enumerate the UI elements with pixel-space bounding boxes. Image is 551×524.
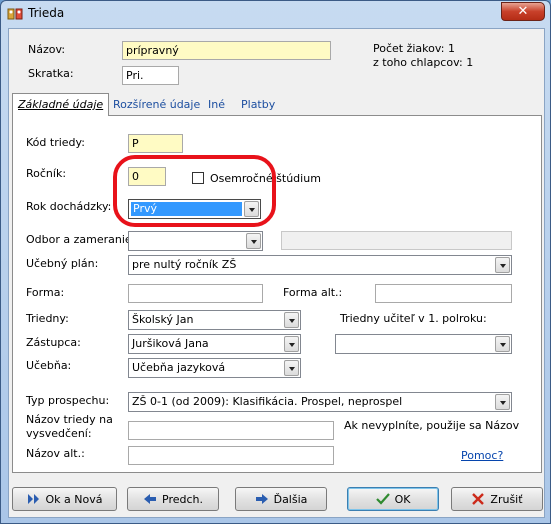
zrusit-button[interactable]: Zrušiť <box>451 487 543 511</box>
typ-prospechu-value: ZŠ 0-1 (od 2009): Klasifikácia. Prospel,… <box>132 395 403 408</box>
dialog-client-area: Názov: prípravný Skratka: Pri. Počet žia… <box>8 28 545 518</box>
ok-a-nova-label: Ok a Nová <box>45 492 103 506</box>
app-icon <box>7 8 23 20</box>
nazov-alt-input[interactable] <box>128 446 334 465</box>
skratka-label: Skratka: <box>28 67 74 80</box>
checkmark-icon <box>375 493 390 505</box>
predch-button[interactable]: Predch. <box>127 487 219 511</box>
nazov-vysvedcenie-input[interactable] <box>128 421 334 440</box>
dialog-window: Trieda ✕ Názov: prípravný Skratka: Pri. … <box>0 0 551 524</box>
typ-prospechu-label: Typ prospechu: <box>26 394 110 407</box>
arrow-right-double-icon <box>27 494 39 504</box>
chevron-down-icon[interactable] <box>284 336 299 352</box>
pocet-chlapcov-text: z toho chlapcov: 1 <box>373 56 474 69</box>
triedny-select[interactable]: Školský Jan <box>128 310 301 330</box>
pomoc-link[interactable]: Pomoc? <box>461 449 503 462</box>
pocet-ziakov-text: Počet žiakov: 1 <box>373 42 455 55</box>
chevron-down-icon[interactable] <box>284 312 299 328</box>
chevron-down-icon[interactable] <box>495 394 510 410</box>
kod-triedy-label: Kód triedy: <box>26 136 85 149</box>
nazov-label: Názov: <box>28 43 66 56</box>
arrow-left-icon <box>144 494 156 504</box>
typ-prospechu-select[interactable]: ZŠ 0-1 (od 2009): Klasifikácia. Prospel,… <box>128 392 512 412</box>
highlight-annotation <box>113 155 276 227</box>
nazov-vysvedcenie-label-2: vysvedčení: <box>26 427 92 440</box>
zastupca-value: Juršiková Jana <box>132 337 209 350</box>
cancel-icon <box>472 493 485 505</box>
forma-alt-label: Forma alt.: <box>283 286 343 299</box>
chevron-down-icon[interactable] <box>495 257 510 273</box>
ucebna-value: Učebňa jazyková <box>132 361 226 374</box>
tab-zakladne-udaje[interactable]: Základné údaje <box>12 93 110 116</box>
ucebna-select[interactable]: Učebňa jazyková <box>128 358 301 378</box>
ucebny-plan-value: pre nultý ročník ZŠ <box>132 258 237 271</box>
odbor-label: Odbor a zameranie: <box>26 233 136 246</box>
rocnik-label: Ročník: <box>26 167 67 180</box>
forma-input[interactable] <box>128 284 263 303</box>
ok-label: OK <box>394 492 411 506</box>
triedny-ucitel-label: Triedny učiteľ v 1. polroku: <box>340 312 487 325</box>
triedny-value: Školský Jan <box>132 313 194 326</box>
nazov-vysvedcenie-label-1: Názov triedy na <box>26 413 113 426</box>
nazov-input[interactable]: prípravný <box>122 41 331 60</box>
dalsia-label: Ďalšia <box>273 492 308 506</box>
arrow-right-icon <box>255 494 268 504</box>
chevron-down-icon[interactable] <box>284 360 299 376</box>
kod-triedy-input[interactable]: P <box>128 134 183 153</box>
odbor-select[interactable] <box>128 231 263 251</box>
dalsia-button[interactable]: Ďalšia <box>235 487 327 511</box>
tab-panel-zakladne-udaje: Kód triedy: P Ročník: 0 Osemročné štúdiu… <box>12 115 542 473</box>
forma-label: Forma: <box>26 286 65 299</box>
tab-ine[interactable]: Iné <box>204 95 229 115</box>
zastupca-select[interactable]: Juršiková Jana <box>128 334 301 354</box>
ucebny-plan-select[interactable]: pre nultý ročník ZŠ <box>128 255 512 275</box>
zastupca-label: Zástupca: <box>26 336 81 349</box>
zrusit-label: Zrušiť <box>490 492 523 506</box>
close-button[interactable]: ✕ <box>501 2 545 21</box>
rok-dochadzky-label: Rok dochádzky: <box>26 200 112 213</box>
nazov-alt-label: Názov alt.: <box>26 447 85 460</box>
chevron-down-icon[interactable] <box>246 233 261 249</box>
ucebny-plan-label: Učebný plán: <box>26 257 99 270</box>
triedny-label: Triedny: <box>26 312 69 325</box>
odbor-detail-input <box>281 231 512 250</box>
predch-label: Predch. <box>162 492 203 506</box>
ok-button[interactable]: OK <box>347 487 439 511</box>
forma-alt-input[interactable] <box>375 284 512 303</box>
close-icon: ✕ <box>517 4 529 19</box>
nazov-hint-text: Ak nevyplníte, použije sa Názov <box>344 419 520 432</box>
title-bar[interactable]: Trieda ✕ <box>1 1 550 27</box>
tab-platby[interactable]: Platby <box>237 95 279 115</box>
chevron-down-icon[interactable] <box>495 336 510 352</box>
tab-rozsirene-udaje[interactable]: Rozšírené údaje <box>109 95 204 115</box>
ucebna-label: Učebňa: <box>26 359 72 372</box>
window-title: Trieda <box>28 6 65 20</box>
triedny-ucitel-select[interactable] <box>335 334 512 354</box>
ok-a-nova-button[interactable]: Ok a Nová <box>12 487 117 511</box>
skratka-input[interactable]: Pri. <box>122 66 179 85</box>
